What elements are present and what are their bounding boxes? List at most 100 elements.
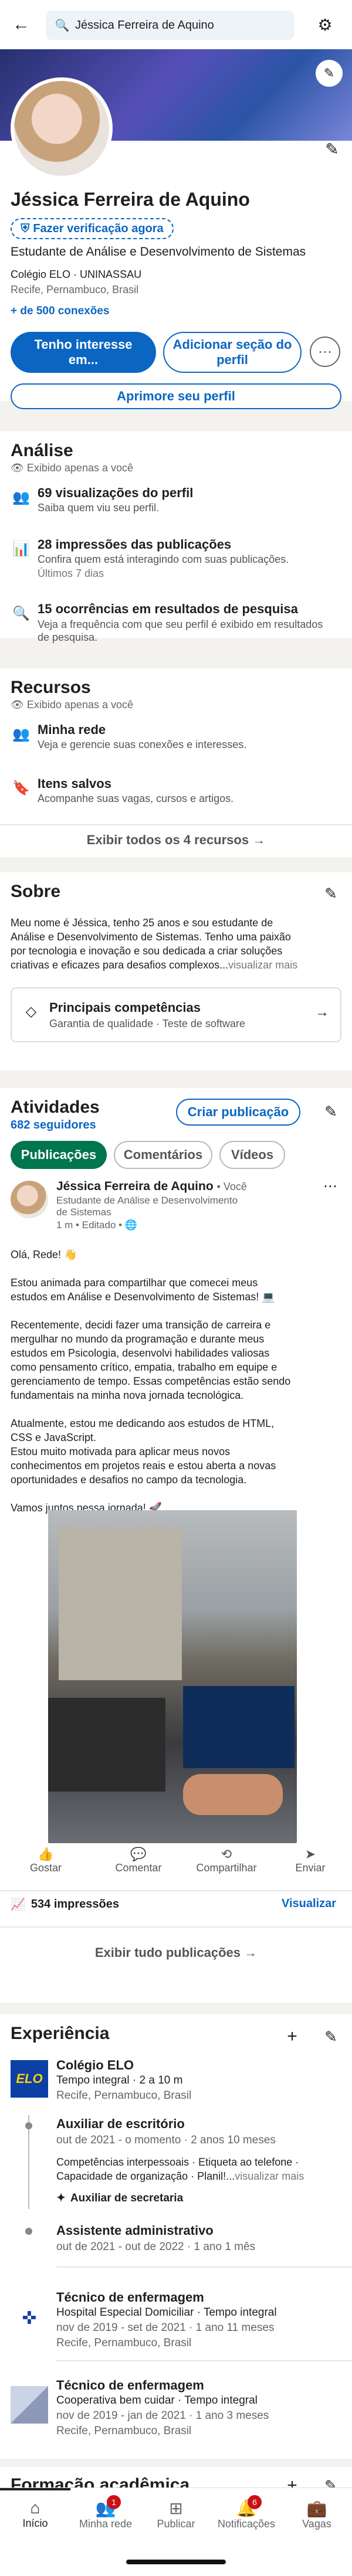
post-body-line: como pensamento crítico, empatia, trabal… — [11, 1361, 277, 1373]
interest-button[interactable]: Tenho interesse em... — [11, 332, 156, 373]
post-author[interactable]: Jéssica Ferreira de Aquino • Você — [56, 1180, 247, 1194]
plus-square-icon: ⊞ — [169, 2499, 183, 2517]
profile-card: ✎ ✎ Jéssica Ferreira de Aquino ⛨ Fazer v… — [0, 49, 352, 409]
job3-title[interactable]: Técnico de enfermagem — [56, 2378, 204, 2393]
activity-followers[interactable]: 682 seguidores — [11, 1119, 96, 1132]
view-analytics-link[interactable]: Visualizar — [282, 1897, 336, 1911]
edit-about-icon[interactable]: ✎ — [320, 883, 341, 904]
education-line: Colégio ELO · UNINASSAU — [11, 269, 142, 280]
nav-network[interactable]: 👥 1 Minha rede — [70, 2495, 141, 2530]
share-icon: ⟲ — [221, 1847, 232, 1861]
post-body-line: mergulhar no mundo da programação e dura… — [11, 1333, 265, 1345]
resources-section: Recursos 👁 Exibido apenas a você 👥 Minha… — [0, 668, 352, 857]
cooperative-logo[interactable] — [11, 2386, 48, 2424]
analytics-views-title: 69 visualizações do perfil — [38, 485, 194, 500]
verify-button[interactable]: ⛨ Fazer verificação agora — [11, 218, 174, 239]
elo-logo[interactable]: ELO — [11, 2060, 48, 2098]
top-bar: ← 🔍 Jéssica Ferreira de Aquino ⚙ — [0, 0, 352, 49]
timeline-dot-1 — [25, 2122, 32, 2129]
post-body-line: Olá, Rede! 👋 — [11, 1249, 77, 1260]
verified-shield-icon: ⛨ — [21, 222, 30, 235]
more-options-button[interactable]: ⋯ — [310, 337, 340, 367]
resources-privacy: 👁 Exibido apenas a você — [11, 699, 133, 711]
company1-name[interactable]: Colégio ELO — [56, 2058, 134, 2073]
exp-divider-1 — [56, 2266, 352, 2268]
search-text: Jéssica Ferreira de Aquino — [75, 18, 214, 32]
timeline-dot-2 — [25, 2228, 32, 2235]
share-action[interactable]: ⟲ Compartilhar — [185, 1847, 268, 1874]
resource-network-title: Minha rede — [38, 722, 106, 737]
job2-title[interactable]: Técnico de enfermagem — [56, 2290, 204, 2305]
avatar[interactable] — [11, 77, 113, 179]
diamond-icon: ◇ — [25, 1003, 37, 1019]
headline: Estudante de Análise e Desenvolvimento d… — [11, 245, 306, 259]
resource-saved-sub: Acompanhe suas vagas, cursos e artigos. — [38, 793, 234, 804]
notifications-badge: 6 — [248, 2495, 262, 2509]
improve-profile-button[interactable]: Aprimore seu perfil — [11, 383, 341, 409]
nav-post-label: Publicar — [157, 2518, 195, 2530]
bookmark-icon: 🔖 — [12, 780, 30, 796]
competencies-card[interactable]: ◇ Principais competências Garantia de qu… — [11, 987, 341, 1042]
resources-show-all[interactable]: Exibir todos os 4 recursos → — [0, 832, 352, 848]
nav-jobs[interactable]: 💼 Vagas — [282, 2499, 352, 2530]
add-section-button[interactable]: Adicionar seção do perfil — [163, 332, 302, 373]
edit-profile-icon[interactable]: ✎ — [320, 137, 344, 161]
resources-divider — [0, 824, 352, 825]
post-image-hand — [183, 1774, 283, 1815]
settings-icon[interactable]: ⚙ — [314, 14, 336, 35]
post-body-line — [11, 1487, 341, 1501]
nav-home[interactable]: ⌂ Início — [0, 2499, 70, 2530]
people-icon: 👥 — [12, 726, 30, 742]
create-post-button[interactable]: Criar publicação — [176, 1099, 300, 1126]
hospital-logo[interactable]: ✜ — [11, 2299, 48, 2337]
post-body-line: estudos em Psicologia, desenvolvi habili… — [11, 1347, 270, 1359]
network-badge: 1 — [107, 2495, 121, 2509]
post-impressions: 📈 534 impressões — [11, 1897, 119, 1912]
connections-link[interactable]: + de 500 conexões — [11, 305, 109, 318]
about-line-4-text: criativas e eficazes para desafios compl… — [11, 959, 229, 971]
post-more-icon[interactable]: ⋯ — [321, 1177, 339, 1195]
role1-title[interactable]: Auxiliar de escritório — [56, 2116, 185, 2132]
nav-notifications[interactable]: 🔔 6 Notificações — [211, 2495, 282, 2530]
comment-icon: 💬 — [130, 1847, 147, 1861]
experience-title: Experiência — [11, 2024, 110, 2043]
back-arrow-icon[interactable]: ← — [11, 14, 32, 35]
chevron-right-icon: → — [315, 1004, 329, 1020]
eye-icon: 👁 — [11, 462, 24, 474]
edit-cover-icon[interactable]: ✎ — [316, 60, 343, 87]
send-action[interactable]: ➤ Enviar — [284, 1847, 337, 1874]
verify-label: Fazer verificação agora — [33, 222, 164, 235]
nav-post[interactable]: ⊞ Publicar — [141, 2499, 211, 2530]
improve-label: Aprimore seu perfil — [117, 389, 235, 403]
role2-title[interactable]: Assistente administrativo — [56, 2223, 214, 2238]
impressions-text: 534 impressões — [31, 1898, 120, 1911]
skill-icon: ✦ — [56, 2192, 66, 2204]
post-divider — [0, 1890, 352, 1891]
interest-button-label: Tenho interesse em... — [34, 337, 133, 367]
like-action[interactable]: 👍 Gostar — [16, 1847, 75, 1874]
edit-activity-icon[interactable]: ✎ — [320, 1101, 341, 1122]
role1-extra-text: Auxiliar de secretaria — [70, 2191, 184, 2204]
job3-dates: nov de 2019 - jan de 2021 · 1 ano 3 mese… — [56, 2410, 269, 2422]
company1-sub: Tempo integral · 2 a 10 m — [56, 2074, 183, 2086]
analytics-views-sub: Saiba quem viu seu perfil. — [38, 502, 160, 514]
post-body-line: CSS e JavaScript. — [11, 1432, 97, 1443]
edit-experience-icon[interactable]: ✎ — [320, 2026, 341, 2047]
about-section: Sobre ✎ Meu nome é Jéssica, tenho 25 ano… — [0, 872, 352, 1070]
bar-chart-icon: 📈 — [11, 1898, 25, 1911]
about-line-4: criativas e eficazes para desafios compl… — [11, 958, 341, 972]
activity-show-all[interactable]: Exibir tudo publicações → — [0, 1945, 352, 1960]
post-image[interactable] — [48, 1510, 297, 1843]
resources-privacy-text: Exibido apenas a você — [26, 699, 133, 711]
role1-see-more[interactable]: visualizar mais — [235, 2170, 304, 2182]
post-body-line: conhecimentos em projetos reais e estou … — [11, 1460, 276, 1471]
tab-posts[interactable]: Publicações — [11, 1141, 107, 1169]
post-avatar[interactable] — [11, 1181, 48, 1218]
post-body-line: Recentemente, decidi fazer uma transição… — [11, 1319, 271, 1331]
add-experience-icon[interactable]: + — [282, 2026, 303, 2047]
comment-action[interactable]: 💬 Comentar — [103, 1847, 174, 1874]
tab-comments[interactable]: Comentários — [114, 1141, 212, 1169]
tab-videos[interactable]: Vídeos — [219, 1141, 285, 1169]
search-input[interactable]: 🔍 Jéssica Ferreira de Aquino — [46, 11, 295, 40]
about-see-more[interactable]: visualizar mais — [228, 959, 297, 971]
